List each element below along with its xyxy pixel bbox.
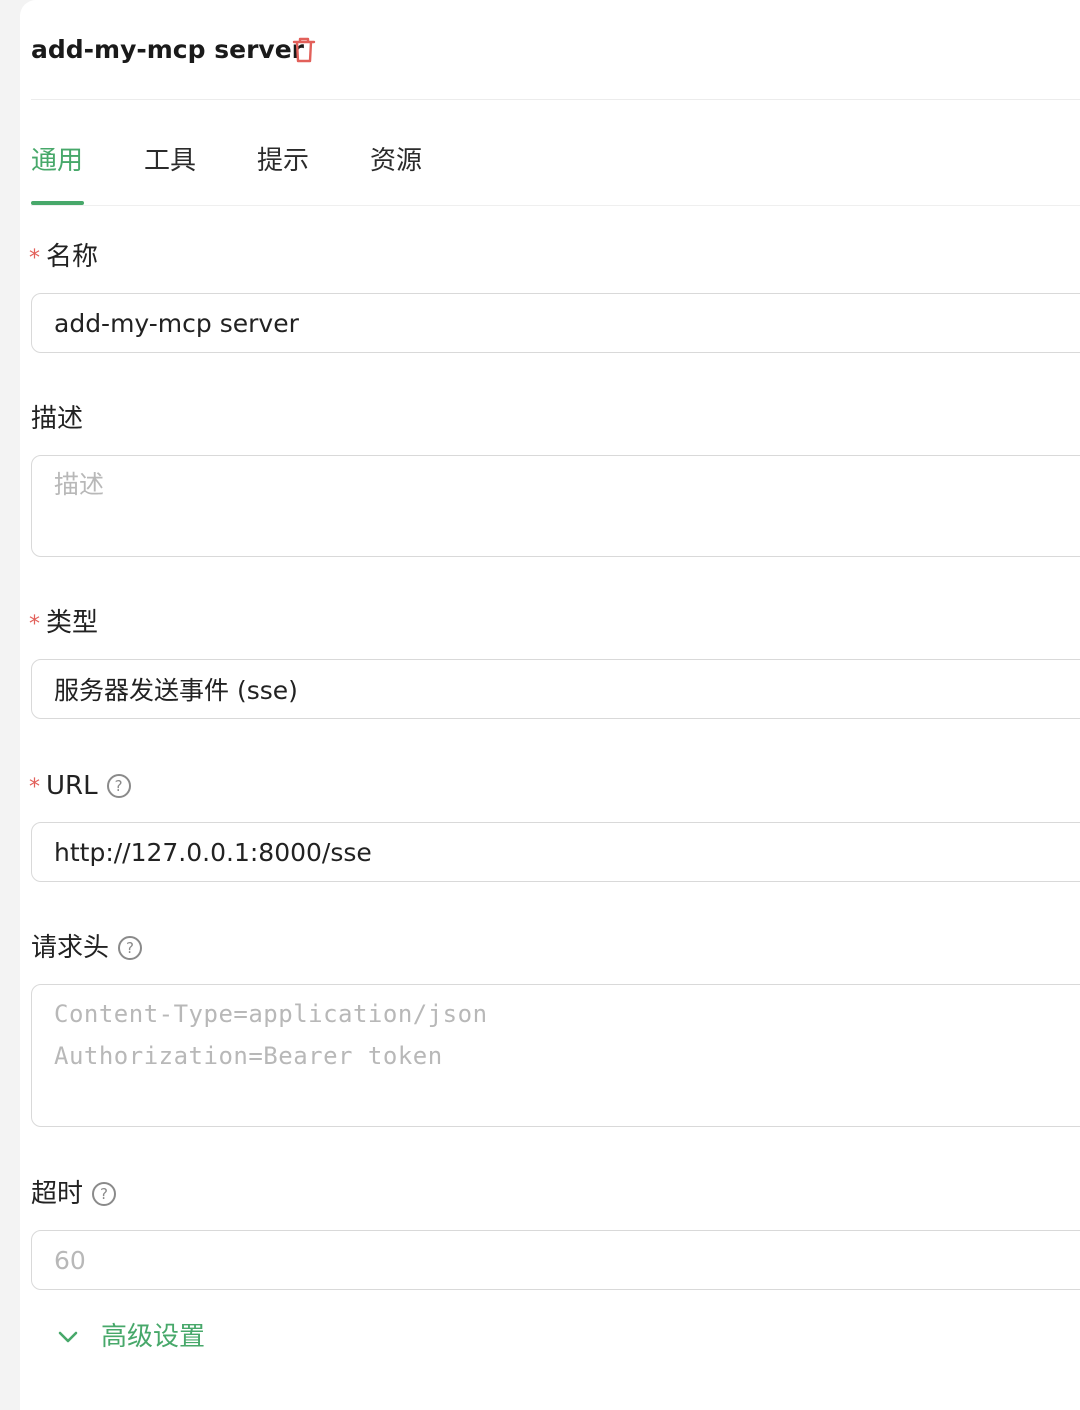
active-tab-indicator: [31, 201, 84, 205]
description-label: 描述: [31, 402, 83, 436]
page-title: add-my-mcp server: [31, 35, 304, 64]
required-mark: *: [29, 775, 40, 800]
chevron-down-icon: [58, 1331, 78, 1343]
help-icon[interactable]: ?: [92, 1182, 117, 1206]
delete-button[interactable]: [291, 36, 317, 64]
advanced-settings-label: 高级设置: [101, 1322, 206, 1352]
url-label-text: URL: [46, 771, 98, 801]
tab-resources[interactable]: 资源: [370, 144, 422, 178]
timeout-label: 超时 ?: [31, 1177, 117, 1211]
tab-tools[interactable]: 工具: [144, 144, 196, 178]
timeout-label-text: 超时: [31, 1179, 84, 1209]
required-mark: *: [29, 612, 40, 637]
type-select[interactable]: [31, 659, 1080, 719]
headers-label: 请求头 ?: [31, 931, 143, 965]
headers-label-text: 请求头: [31, 933, 110, 963]
headers-input[interactable]: [31, 984, 1080, 1127]
description-input[interactable]: [31, 455, 1080, 557]
tab-bar: 通用 工具 提示 资源: [31, 120, 1080, 206]
name-input[interactable]: [31, 293, 1080, 353]
type-label-text: 类型: [46, 608, 99, 638]
type-label: * 类型: [29, 606, 99, 640]
advanced-settings-toggle[interactable]: 高级设置: [57, 1318, 205, 1356]
description-label-text: 描述: [31, 404, 84, 434]
url-label: * URL ?: [29, 769, 131, 803]
panel-header: add-my-mcp server: [31, 0, 1080, 100]
tab-prompts[interactable]: 提示: [257, 144, 309, 178]
name-label: * 名称: [29, 240, 99, 274]
timeout-input[interactable]: [31, 1230, 1080, 1290]
help-icon[interactable]: ?: [106, 774, 131, 798]
name-label-text: 名称: [46, 242, 99, 272]
help-icon[interactable]: ?: [118, 936, 143, 960]
trash-icon: [292, 37, 316, 63]
required-mark: *: [29, 246, 40, 271]
tab-general[interactable]: 通用: [31, 144, 83, 178]
url-input[interactable]: [31, 822, 1080, 882]
